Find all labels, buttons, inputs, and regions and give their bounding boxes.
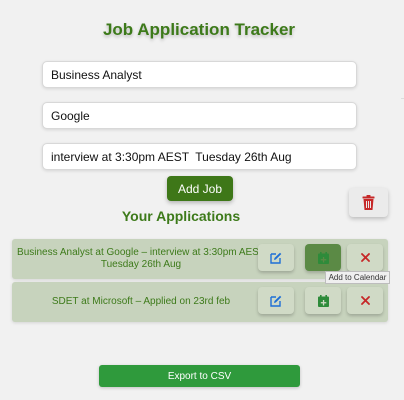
job-item-text: SDET at Microsoft – Applied on 23rd feb xyxy=(51,296,231,307)
applications-heading: Your Applications xyxy=(121,208,241,224)
job-item-text: Business Analyst at Google – interview a… xyxy=(17,247,265,270)
list-item: SDET at Microsoft – Applied on 23rd feb xyxy=(12,282,388,322)
job-title-input[interactable] xyxy=(42,61,357,88)
delete-button[interactable] xyxy=(347,287,383,314)
page-title: Job Application Tracker xyxy=(102,20,296,39)
trash-icon xyxy=(362,195,375,210)
edit-button[interactable] xyxy=(258,244,294,271)
export-csv-button[interactable]: Export to CSV xyxy=(99,365,300,387)
calendar-add-icon xyxy=(317,294,329,307)
add-to-calendar-button[interactable] xyxy=(305,287,341,314)
calendar-tooltip: Add to Calendar xyxy=(325,271,390,284)
edit-button[interactable] xyxy=(258,287,294,314)
add-to-calendar-button[interactable] xyxy=(305,244,341,271)
delete-button[interactable] xyxy=(347,244,383,271)
calendar-add-icon xyxy=(317,251,329,264)
close-icon xyxy=(360,253,370,262)
edit-icon xyxy=(270,295,282,307)
add-job-button[interactable]: Add Job xyxy=(167,176,233,201)
company-input[interactable] xyxy=(42,102,357,129)
page: Job Application Tracker Add Job Your App… xyxy=(0,0,404,400)
edit-icon xyxy=(270,252,282,264)
status-input[interactable] xyxy=(42,143,357,170)
close-icon xyxy=(360,296,370,305)
